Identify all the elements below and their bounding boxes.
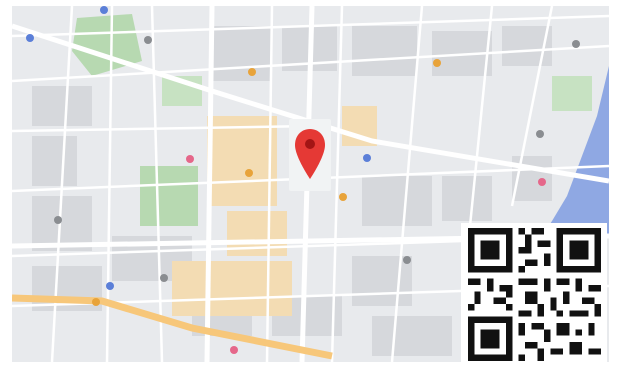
poi-gray-marker[interactable] bbox=[54, 216, 62, 224]
poi-orange-marker[interactable] bbox=[92, 298, 100, 306]
poi-blue-marker[interactable] bbox=[363, 154, 371, 162]
poi-gray-marker[interactable] bbox=[160, 274, 168, 282]
poi-pink-marker[interactable] bbox=[186, 155, 194, 163]
poi-gray-marker[interactable] bbox=[536, 130, 544, 138]
poi-gray-marker[interactable] bbox=[572, 40, 580, 48]
location-marker-card[interactable] bbox=[289, 119, 331, 191]
poi-pink-marker[interactable] bbox=[538, 178, 546, 186]
park-center-west bbox=[140, 166, 198, 226]
qr-code-panel bbox=[461, 223, 607, 362]
poi-gray-marker[interactable] bbox=[144, 36, 152, 44]
poi-gray-marker[interactable] bbox=[403, 256, 411, 264]
poi-blue-marker[interactable] bbox=[106, 282, 114, 290]
map-view[interactable] bbox=[12, 6, 609, 362]
poi-blue-marker[interactable] bbox=[100, 6, 108, 14]
park-east bbox=[552, 76, 592, 111]
poi-orange-marker[interactable] bbox=[339, 193, 347, 201]
poi-pink-marker[interactable] bbox=[230, 346, 238, 354]
map-pin-icon[interactable] bbox=[289, 119, 331, 191]
poi-orange-marker[interactable] bbox=[248, 68, 256, 76]
poi-orange-marker[interactable] bbox=[433, 59, 441, 67]
qr-code-icon bbox=[468, 228, 601, 361]
poi-orange-marker[interactable] bbox=[245, 169, 253, 177]
poi-blue-marker[interactable] bbox=[26, 34, 34, 42]
